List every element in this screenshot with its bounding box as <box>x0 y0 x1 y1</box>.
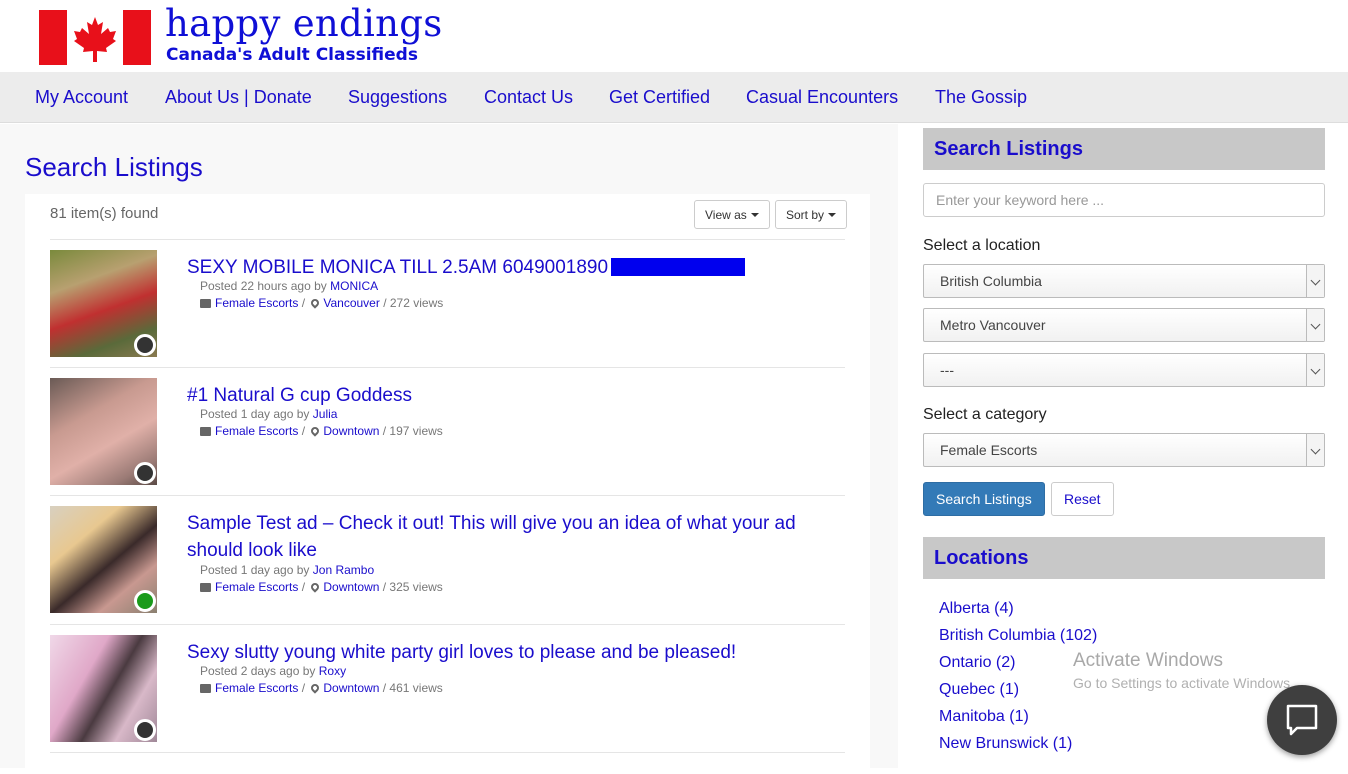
city-select[interactable]: --- <box>923 353 1325 387</box>
listing-category-link[interactable]: Female Escorts <box>215 424 298 438</box>
main-content: Search Listings 81 item(s) found View as… <box>0 124 898 774</box>
location-link-alberta[interactable]: Alberta (4) <box>939 600 1014 618</box>
listing-title[interactable]: Sample Test ad – Check it out! This will… <box>187 510 827 564</box>
location-link-british-columbia[interactable]: British Columbia (102) <box>939 627 1097 645</box>
activate-windows-title: Activate Windows <box>1073 650 1223 671</box>
listing-posted: Posted 1 day ago by Julia <box>200 407 338 421</box>
listing-author-link[interactable]: Roxy <box>319 664 346 678</box>
listing-location-link[interactable]: Downtown <box>323 580 379 594</box>
nav-contact-us[interactable]: Contact Us <box>484 87 573 108</box>
status-indicator <box>134 590 156 612</box>
nav-about-donate[interactable]: About Us | Donate <box>165 87 312 108</box>
listing-details: Female Escorts / Vancouver / 272 views <box>200 296 443 310</box>
page-title: Search Listings <box>25 152 203 182</box>
listing-details: Female Escorts / Downtown / 197 views <box>200 424 443 438</box>
results-panel: 81 item(s) found View as Sort by SEXY MO… <box>25 194 870 774</box>
nav-casual-encounters[interactable]: Casual Encounters <box>746 87 898 108</box>
redacted-block <box>611 258 746 276</box>
location-link-new-brunswick[interactable]: New Brunswick (1) <box>939 735 1072 753</box>
listing-item: #1 Natural G cup Goddess Posted 1 day ag… <box>50 367 845 495</box>
listing-location-link[interactable]: Downtown <box>323 424 379 438</box>
listing-item: SEXY MOBILE MONICA TILL 2.5AM 6049001890… <box>50 239 845 367</box>
listing-category-link[interactable]: Female Escorts <box>215 296 298 310</box>
listing-details: Female Escorts / Downtown / 325 views <box>200 580 443 594</box>
nav-get-certified[interactable]: Get Certified <box>609 87 710 108</box>
listing-posted: Posted 2 days ago by Roxy <box>200 664 347 678</box>
site-header: happy endings Canada's Adult Classifieds <box>0 0 1348 72</box>
nav-suggestions[interactable]: Suggestions <box>348 87 447 108</box>
briefcase-icon <box>200 427 211 436</box>
listing-thumbnail[interactable] <box>50 635 157 742</box>
search-listings-heading: Search Listings <box>923 128 1325 170</box>
listing-details: Female Escorts / Downtown / 461 views <box>200 681 443 695</box>
chevron-down-icon <box>1306 354 1324 386</box>
reset-button[interactable]: Reset <box>1051 482 1114 516</box>
listing-title[interactable]: SEXY MOBILE MONICA TILL 2.5AM 6049001890 <box>187 254 827 281</box>
status-indicator <box>134 719 156 741</box>
caret-down-icon <box>750 213 759 217</box>
listing-location-link[interactable]: Downtown <box>323 681 379 695</box>
briefcase-icon <box>200 684 211 693</box>
listing-title[interactable]: #1 Natural G cup Goddess <box>187 382 827 409</box>
chevron-down-icon <box>1306 265 1324 297</box>
listing-category-link[interactable]: Female Escorts <box>215 681 298 695</box>
listing-thumbnail[interactable] <box>50 506 157 613</box>
keyword-search-input[interactable]: Enter your keyword here ... <box>923 183 1325 217</box>
chat-bubble-icon <box>1286 704 1318 736</box>
site-title[interactable]: happy endings <box>165 2 443 45</box>
status-indicator <box>134 334 156 356</box>
listing-location-link[interactable]: Vancouver <box>323 296 379 310</box>
map-pin-icon <box>309 581 322 593</box>
chat-button[interactable] <box>1267 685 1337 755</box>
location-label: Select a location <box>923 237 1041 254</box>
caret-down-icon <box>828 213 837 217</box>
listing-author-link[interactable]: MONICA <box>330 279 378 293</box>
status-indicator <box>134 462 156 484</box>
nav-the-gossip[interactable]: The Gossip <box>935 87 1027 108</box>
category-label: Select a category <box>923 406 1047 423</box>
site-subtitle: Canada's Adult Classifieds <box>166 45 418 65</box>
location-link-ontario[interactable]: Ontario (2) <box>939 654 1015 672</box>
listing-item <box>50 752 845 772</box>
listing-item: Sample Test ad – Check it out! This will… <box>50 495 845 624</box>
chevron-down-icon <box>1306 434 1324 466</box>
listing-item: Sexy slutty young white party girl loves… <box>50 624 845 752</box>
view-as-dropdown[interactable]: View as <box>694 200 770 229</box>
briefcase-icon <box>200 299 211 308</box>
sort-by-dropdown[interactable]: Sort by <box>775 200 848 229</box>
category-select[interactable]: Female Escorts <box>923 433 1325 467</box>
listing-thumbnail[interactable] <box>50 378 157 485</box>
chevron-down-icon <box>1306 309 1324 341</box>
listing-posted: Posted 22 hours ago by MONICA <box>200 279 379 293</box>
listing-posted: Posted 1 day ago by Jon Rambo <box>200 563 375 577</box>
province-select[interactable]: British Columbia <box>923 264 1325 298</box>
map-pin-icon <box>309 682 322 694</box>
canada-flag-logo[interactable] <box>39 10 151 65</box>
map-pin-icon <box>309 425 322 437</box>
sort-by-label: Sort by <box>786 208 825 222</box>
listing-category-link[interactable]: Female Escorts <box>215 580 298 594</box>
search-listings-button[interactable]: Search Listings <box>923 482 1045 516</box>
view-as-label: View as <box>705 208 747 222</box>
nav-my-account[interactable]: My Account <box>35 87 128 108</box>
map-pin-icon <box>309 297 322 309</box>
activate-windows-subtitle: Go to Settings to activate Windows. <box>1073 675 1294 691</box>
main-nav: My Account About Us | Donate Suggestions… <box>0 72 1348 123</box>
listing-thumbnail[interactable] <box>50 250 157 357</box>
location-link-quebec[interactable]: Quebec (1) <box>939 681 1019 699</box>
result-count: 81 item(s) found <box>50 205 159 222</box>
location-link-manitoba[interactable]: Manitoba (1) <box>939 708 1029 726</box>
region-select[interactable]: Metro Vancouver <box>923 308 1325 342</box>
locations-heading: Locations <box>923 537 1325 579</box>
listing-author-link[interactable]: Julia <box>313 407 338 421</box>
listing-title[interactable]: Sexy slutty young white party girl loves… <box>187 639 827 666</box>
briefcase-icon <box>200 583 211 592</box>
listing-author-link[interactable]: Jon Rambo <box>313 563 374 577</box>
